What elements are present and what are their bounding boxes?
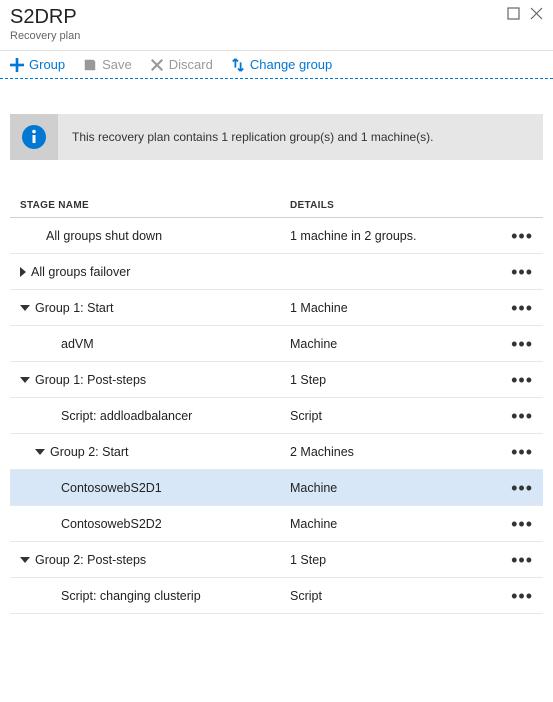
table-row[interactable]: Group 2: Post-steps 1 Step•••	[10, 542, 543, 578]
stage-name-cell: adVM	[20, 337, 290, 351]
details-cell: Machine	[290, 517, 511, 531]
stage-name-label: Group 2: Post-steps	[35, 553, 146, 567]
table-row[interactable]: Script: changing clusterip Script•••	[10, 578, 543, 614]
window-controls	[507, 7, 543, 23]
toolbar: Group Save Discard Change group	[0, 51, 553, 79]
stage-name-cell: Script: changing clusterip	[20, 589, 290, 603]
row-menu-icon[interactable]: •••	[511, 305, 533, 311]
group-label: Group	[29, 57, 65, 72]
row-menu-icon[interactable]: •••	[511, 449, 533, 455]
col-stage-name: STAGE NAME	[20, 200, 290, 211]
change-group-button[interactable]: Change group	[231, 57, 332, 72]
table-row[interactable]: ContosowebS2D1 Machine•••	[10, 470, 543, 506]
details-cell: Script	[290, 589, 511, 603]
row-menu-icon[interactable]: •••	[511, 485, 533, 491]
stage-name-label: adVM	[61, 337, 94, 351]
info-banner: This recovery plan contains 1 replicatio…	[10, 114, 543, 160]
stages-table: STAGE NAME DETAILS All groups shut down 1…	[10, 194, 543, 614]
row-menu-icon[interactable]: •••	[511, 377, 533, 383]
stage-name-label: All groups failover	[31, 265, 130, 279]
group-button[interactable]: Group	[10, 57, 65, 72]
row-menu-icon[interactable]: •••	[511, 269, 533, 275]
stage-name-cell: Script: addloadbalancer	[20, 409, 290, 423]
details-cell: 1 Step	[290, 553, 511, 567]
row-menu-icon[interactable]: •••	[511, 521, 533, 527]
panel-title: S2DRP	[10, 6, 543, 29]
panel-subtitle: Recovery plan	[10, 30, 543, 42]
chevron-down-icon[interactable]	[35, 449, 45, 455]
chevron-down-icon[interactable]	[20, 377, 30, 383]
details-cell: 2 Machines	[290, 445, 511, 459]
table-row[interactable]: ContosowebS2D2 Machine•••	[10, 506, 543, 542]
stage-name-cell: ContosowebS2D1	[20, 481, 290, 495]
stage-name-label: Group 1: Start	[35, 301, 114, 315]
chevron-down-icon[interactable]	[20, 305, 30, 311]
stage-name-label: All groups shut down	[46, 229, 162, 243]
details-cell: 1 machine in 2 groups.	[290, 229, 511, 243]
stage-name-label: Group 2: Start	[50, 445, 129, 459]
rows-container: All groups shut down 1 machine in 2 group…	[10, 218, 543, 614]
panel-header: S2DRP Recovery plan	[0, 0, 553, 51]
table-row[interactable]: Group 2: Start 2 Machines•••	[10, 434, 543, 470]
table-row[interactable]: Script: addloadbalancer Script•••	[10, 398, 543, 434]
stage-name-label: Script: changing clusterip	[61, 589, 201, 603]
discard-label: Discard	[169, 57, 213, 72]
table-row[interactable]: adVM Machine•••	[10, 326, 543, 362]
save-button[interactable]: Save	[83, 57, 132, 72]
change-group-label: Change group	[250, 57, 332, 72]
row-menu-icon[interactable]: •••	[511, 341, 533, 347]
close-icon[interactable]	[530, 7, 543, 23]
table-row[interactable]: Group 1: Start 1 Machine•••	[10, 290, 543, 326]
info-text: This recovery plan contains 1 replicatio…	[58, 130, 434, 144]
stage-name-cell: Group 1: Post-steps	[20, 373, 290, 387]
chevron-down-icon[interactable]	[20, 557, 30, 563]
table-row[interactable]: All groups shut down 1 machine in 2 group…	[10, 218, 543, 254]
table-row[interactable]: All groups failover •••	[10, 254, 543, 290]
details-cell: Script	[290, 409, 511, 423]
row-menu-icon[interactable]: •••	[511, 593, 533, 599]
stage-name-cell: Group 1: Start	[20, 301, 290, 315]
stage-name-cell: All groups failover	[20, 265, 290, 279]
details-cell: Machine	[290, 481, 511, 495]
table-header: STAGE NAME DETAILS	[10, 194, 543, 218]
row-menu-icon[interactable]: •••	[511, 233, 533, 239]
col-details: DETAILS	[290, 200, 533, 211]
details-cell: Machine	[290, 337, 511, 351]
stage-name-cell: Group 2: Start	[20, 445, 290, 459]
stage-name-label: ContosowebS2D1	[61, 481, 162, 495]
info-icon	[10, 114, 58, 160]
stage-name-cell: Group 2: Post-steps	[20, 553, 290, 567]
stage-name-cell: All groups shut down	[20, 229, 290, 243]
maximize-icon[interactable]	[507, 7, 520, 23]
table-row[interactable]: Group 1: Post-steps 1 Step•••	[10, 362, 543, 398]
stage-name-label: Script: addloadbalancer	[61, 409, 192, 423]
details-cell: 1 Step	[290, 373, 511, 387]
chevron-right-icon[interactable]	[20, 267, 26, 277]
stage-name-label: ContosowebS2D2	[61, 517, 162, 531]
save-label: Save	[102, 57, 132, 72]
stage-name-label: Group 1: Post-steps	[35, 373, 146, 387]
row-menu-icon[interactable]: •••	[511, 413, 533, 419]
discard-button[interactable]: Discard	[150, 57, 213, 72]
row-menu-icon[interactable]: •••	[511, 557, 533, 563]
stage-name-cell: ContosowebS2D2	[20, 517, 290, 531]
details-cell: 1 Machine	[290, 301, 511, 315]
